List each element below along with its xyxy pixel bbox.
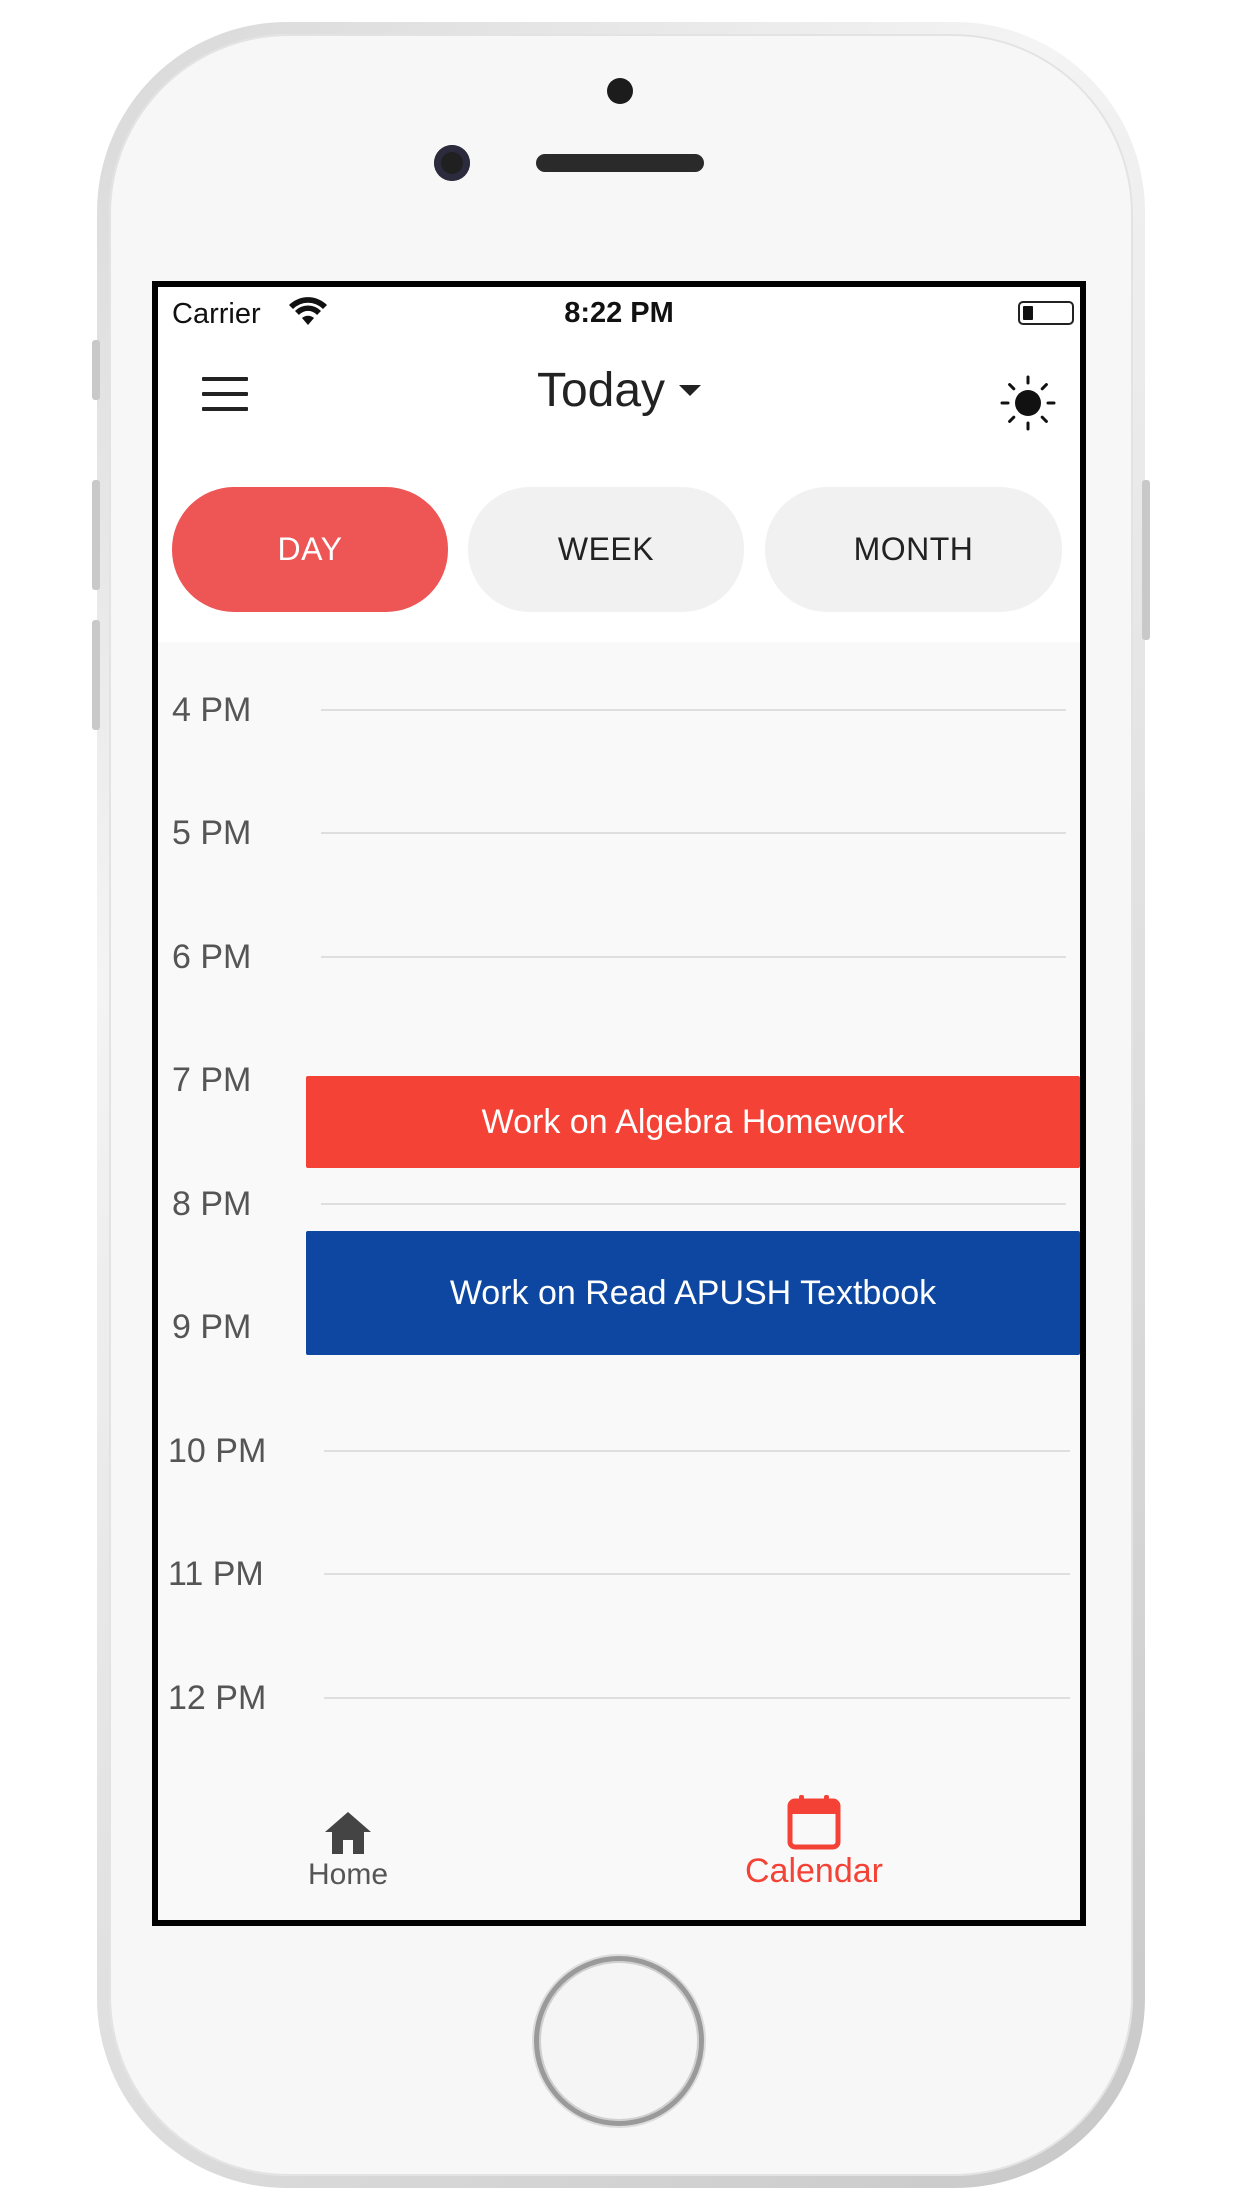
event-algebra-homework[interactable]: Work on Algebra Homework <box>306 1076 1080 1168</box>
hour-row: 11 PM <box>158 1549 1080 1599</box>
event-title: Work on Algebra Homework <box>481 1102 905 1141</box>
hour-divider <box>321 832 1066 834</box>
home-icon <box>325 1812 371 1854</box>
volume-button <box>92 340 100 400</box>
caret-down-icon <box>679 385 702 396</box>
hour-label: 9 PM <box>172 1308 252 1346</box>
power-button <box>1142 480 1150 640</box>
app-header: Today <box>158 337 1080 452</box>
header-title: Today <box>536 364 666 417</box>
hour-divider <box>324 1697 1070 1699</box>
status-time: 8:22 PM <box>564 297 674 329</box>
screen: Carrier 8:22 PM Today DAY WEEK MONTH 4 P… <box>152 281 1086 1926</box>
status-bar: Carrier 8:22 PM <box>158 287 1080 337</box>
nav-home-label: Home <box>307 1858 389 1891</box>
tab-month[interactable]: MONTH <box>765 487 1062 612</box>
volume-up-button <box>92 480 100 590</box>
hour-label: 8 PM <box>172 1185 252 1223</box>
view-tabs: DAY WEEK MONTH <box>158 487 1080 612</box>
home-button[interactable] <box>534 1956 704 2126</box>
sun-icon[interactable] <box>1000 375 1056 431</box>
sensor <box>607 78 633 104</box>
hour-label: 10 PM <box>168 1432 267 1470</box>
hour-row: 4 PM <box>158 685 1080 735</box>
hour-label: 7 PM <box>172 1061 252 1099</box>
hour-divider <box>321 956 1066 958</box>
hour-label: 5 PM <box>172 814 252 852</box>
hour-label: 6 PM <box>172 938 252 976</box>
date-selector[interactable]: Today <box>158 363 1080 418</box>
hour-label: 4 PM <box>172 691 252 729</box>
hour-divider <box>324 1450 1070 1452</box>
hour-divider <box>321 1203 1066 1205</box>
hour-label: 11 PM <box>168 1555 264 1593</box>
volume-down-button <box>92 620 100 730</box>
nav-calendar[interactable]: Calendar <box>684 1770 944 1920</box>
bottom-nav: Home Calendar <box>158 1770 1080 1920</box>
front-camera <box>434 145 470 181</box>
battery-icon <box>1018 301 1074 325</box>
day-timeline[interactable]: 4 PM 5 PM 6 PM 7 PM 8 PM 9 PM 10 PM 11 P… <box>158 642 1080 1777</box>
hour-row: 10 PM <box>158 1426 1080 1476</box>
tab-day[interactable]: DAY <box>172 487 448 612</box>
hour-row: 8 PM <box>158 1179 1080 1229</box>
event-title: Work on Read APUSH Textbook <box>449 1273 937 1312</box>
hour-label: 12 PM <box>168 1679 267 1717</box>
hour-divider <box>324 1573 1070 1575</box>
hour-row: 12 PM <box>158 1673 1080 1723</box>
earpiece-speaker <box>536 154 704 172</box>
calendar-icon <box>787 1795 841 1850</box>
nav-home[interactable]: Home <box>218 1770 478 1920</box>
nav-calendar-label: Calendar <box>745 1852 883 1890</box>
hour-divider <box>321 709 1066 711</box>
tab-week[interactable]: WEEK <box>468 487 744 612</box>
hour-row: 6 PM <box>158 932 1080 982</box>
hour-row: 5 PM <box>158 808 1080 858</box>
event-apush-textbook[interactable]: Work on Read APUSH Textbook <box>306 1231 1080 1355</box>
